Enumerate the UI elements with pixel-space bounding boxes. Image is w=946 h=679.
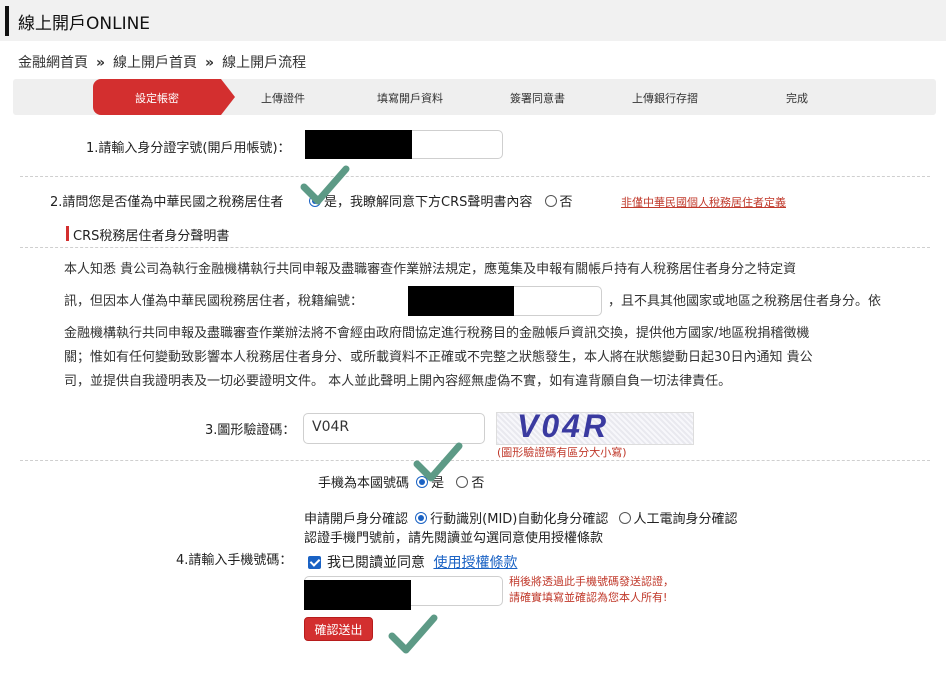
mobile-label: 4.請輸入手機號碼：: [176, 553, 293, 568]
redaction-block: [408, 286, 514, 316]
crs-line-3: 金融機構執行共同申報及盡職審查作業辦法將不會經由政府間協定進行稅務目的金融帳戶資…: [64, 326, 810, 341]
captcha-text: V04R: [517, 408, 610, 444]
check-overlay-icon: [300, 163, 350, 207]
section-marker: [66, 226, 69, 241]
step-sign-consent: 簽署同意書: [510, 92, 565, 105]
agree-text: 我已閱讀並同意: [327, 555, 425, 571]
breadcrumb-item-current: 線上開戶流程: [222, 55, 307, 71]
definition-link-text[interactable]: 非僅中華民國個人稅務居住者定義: [621, 196, 786, 209]
tax-resident-no-label: 否: [559, 195, 573, 210]
domestic-no-label: 否: [471, 476, 485, 491]
crs-line-2-start: 訊，但因本人僅為中華民國稅務居住者，稅籍編號：: [64, 294, 364, 309]
breadcrumb-item-home[interactable]: 金融網首頁: [18, 55, 88, 71]
verify-method-row: 申請開戶身分確認 行動識別(MID)自動化身分確認 人工電詢身分確認: [304, 508, 738, 527]
step-fill-info: 填寫開戶資料: [377, 92, 443, 105]
step-upload-id: 上傳證件: [261, 92, 305, 105]
mobile-warning-1: 稍後將透過此手機號碼發送認證，: [509, 575, 674, 588]
redaction-block: [305, 130, 412, 159]
divider: [20, 460, 930, 461]
crs-line-1: 本人知悉 貴公司為執行金融機構執行共同申報及盡職審查作業辦法規定，應蒐集及申報有…: [64, 262, 797, 277]
submit-button[interactable]: 確認送出: [304, 617, 373, 641]
captcha-image[interactable]: V04R: [496, 408, 694, 445]
tax-resident-definition-link[interactable]: 非僅中華民國個人稅務居住者定義: [621, 194, 786, 210]
domestic-number-label: 手機為本國號碼: [318, 476, 410, 491]
agree-checkbox[interactable]: [308, 556, 321, 569]
agree-row: 我已閱讀並同意 使用授權條款: [308, 552, 517, 572]
breadcrumb-item-account-home[interactable]: 線上開戶首頁: [113, 55, 197, 71]
captcha-hint: (圖形驗證碼有區分大小寫): [497, 446, 627, 459]
step-set-password: 設定帳密: [93, 79, 235, 115]
tax-resident-question: 2.請問您是否僅為中華民國之稅務居住者: [50, 195, 284, 210]
divider: [20, 176, 930, 177]
page-title: 線上開戶ONLINE: [18, 14, 151, 34]
terms-link[interactable]: 使用授權條款: [433, 555, 517, 571]
verify-mid-radio[interactable]: [415, 512, 428, 524]
authorization-notice: 認證手機門號前，請先閱讀並勾選同意使用授權條款: [304, 531, 604, 546]
divider: [20, 247, 930, 248]
tax-resident-yes-label: 是，我瞭解同意下方CRS聲明書內容: [324, 195, 533, 210]
breadcrumb-separator: »: [205, 55, 215, 71]
crs-line-2-end: ，且不具其他國家或地區之稅務居住者身分。依: [608, 294, 882, 309]
verify-manual-radio[interactable]: [618, 512, 631, 524]
progress-steps: 設定帳密 上傳證件 填寫開戶資料 簽署同意書 上傳銀行存摺 完成: [13, 79, 936, 115]
mobile-warning-2: 請確實填寫並確認為您本人所有!: [509, 591, 668, 604]
crs-line-5: 司，並提供自我證明表及一切必要證明文件。 本人並此聲明上開內容經無虛偽不實，如有…: [64, 374, 732, 389]
id-number-label: 1.請輸入身分證字號(開戶用帳號)：: [86, 141, 291, 156]
verify-method-label: 申請開戶身分確認: [304, 512, 409, 527]
crs-line-4: 關；惟如有任何變動致影響本人稅務居住者身分、或所載資料不正確或不完整之狀態發生，…: [64, 350, 813, 365]
title-accent: [5, 6, 9, 36]
check-overlay-icon: [388, 612, 438, 656]
step-complete: 完成: [786, 92, 808, 105]
breadcrumb: 金融網首頁 » 線上開戶首頁 » 線上開戶流程: [18, 52, 306, 72]
redaction-block: [304, 580, 411, 610]
tax-resident-no-radio[interactable]: [544, 195, 557, 207]
check-overlay-icon: [413, 440, 463, 484]
title-bar: 線上開戶ONLINE: [0, 0, 946, 41]
step-upload-passbook: 上傳銀行存摺: [632, 92, 698, 105]
captcha-label: 3.圖形驗證碼：: [205, 423, 296, 438]
crs-heading: CRS稅務居住者身分聲明書: [73, 229, 230, 244]
verify-mid-label: 行動識別(MID)自動化身分確認: [430, 512, 609, 527]
breadcrumb-separator: »: [96, 55, 106, 71]
verify-manual-label: 人工電詢身分確認: [633, 512, 738, 527]
